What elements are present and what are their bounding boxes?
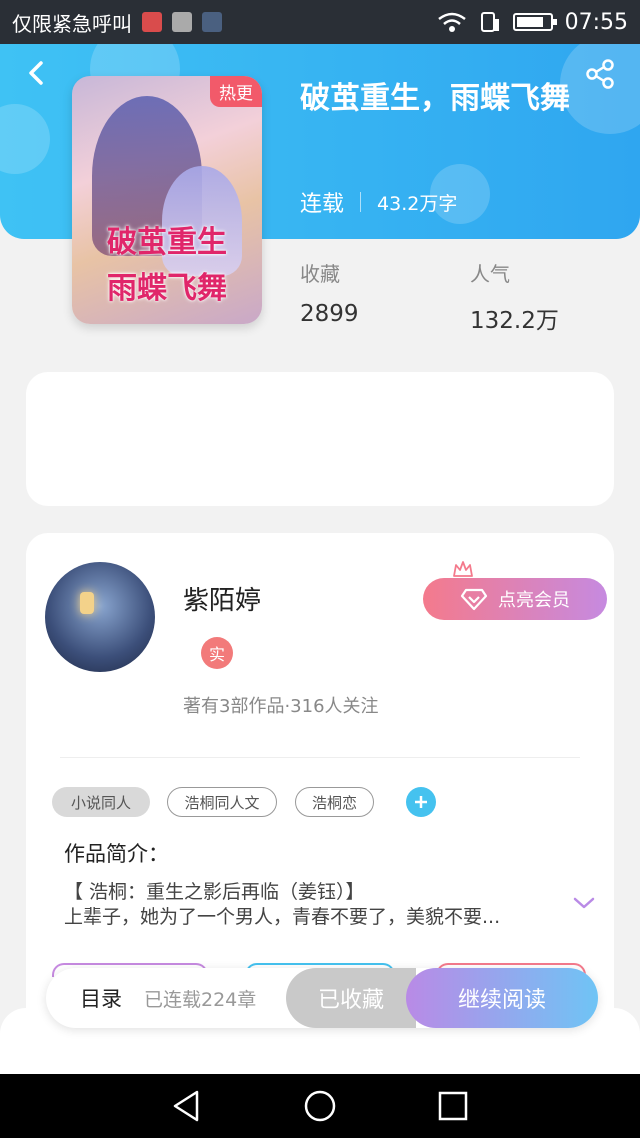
add-tag-button[interactable] (406, 787, 436, 817)
cover-title-line2: 雨蝶飞舞 (107, 271, 227, 306)
vip-label: 点亮会员 (498, 590, 570, 611)
verified-badge: 实 (201, 637, 233, 669)
book-title: 破茧重生，雨蝶飞舞 (300, 81, 570, 116)
hms-icon (142, 12, 162, 32)
sim-icon (480, 12, 499, 32)
nav-recents-icon[interactable] (435, 1088, 471, 1124)
intro-line: 上辈子，她为了一个男人，青春不要了，美貌不要... (64, 906, 501, 928)
author-avatar[interactable] (45, 562, 155, 672)
stat-favorites: 收藏 2899 (300, 258, 359, 327)
book-cover[interactable]: 破茧重生 雨蝶飞舞 热更 (72, 76, 262, 324)
activate-vip-button[interactable]: 点亮会员 (423, 578, 607, 620)
carrier-text: 仅限紧急呼叫 (12, 11, 132, 36)
favorited-button[interactable]: 已收藏 (286, 968, 416, 1028)
intro-label: 作品简介： (64, 842, 169, 866)
blank-card (26, 372, 614, 506)
battery-icon (512, 13, 557, 31)
tag-2[interactable]: 浩桐恋 (295, 787, 374, 817)
status-divider (360, 192, 362, 212)
plus-icon (415, 796, 427, 808)
tag-1[interactable]: 浩桐同人文 (167, 787, 277, 817)
hot-badge: 热更 (210, 76, 262, 107)
stat-popularity: 人气 132.2万 (470, 258, 559, 335)
nav-back-icon[interactable] (169, 1088, 205, 1124)
chevron-down-icon[interactable] (573, 896, 595, 910)
app-icon (202, 12, 222, 32)
tag-0[interactable]: 小说同人 (52, 787, 150, 817)
status-bar: 仅限紧急呼叫 07:55 (0, 0, 640, 44)
continue-reading-button[interactable]: 继续阅读 (406, 968, 598, 1028)
nav-home-icon[interactable] (302, 1088, 338, 1124)
stat-label: 人气 (470, 262, 510, 286)
diamond-icon (460, 588, 488, 611)
book-status-row: 连载 43.2万字 (300, 186, 457, 218)
clock: 07:55 (564, 9, 628, 35)
intro-text: 【 浩桐：重生之影后再临（姜钰）】 上辈子，她为了一个男人，青春不要了，美貌不要… (64, 880, 554, 930)
back-icon[interactable] (22, 58, 52, 88)
author-name[interactable]: 紫陌婷 (183, 580, 261, 617)
intro-line: 【 浩桐：重生之影后再临（姜钰）】 (64, 881, 365, 903)
cover-title: 破茧重生 雨蝶飞舞 (72, 220, 262, 312)
divider (60, 757, 580, 758)
word-count: 43.2万字 (377, 192, 458, 215)
stat-label: 收藏 (300, 262, 340, 286)
author-meta: 著有3部作品·316人关注 (183, 696, 379, 717)
chapter-count: 已连载224章 (144, 988, 257, 1011)
stat-value: 2899 (300, 301, 359, 327)
gallery-icon (172, 12, 192, 32)
toc-button[interactable]: 目录 (80, 983, 122, 1013)
stat-value: 132.2万 (470, 308, 559, 334)
system-nav-bar (0, 1074, 640, 1138)
bottom-action-bar: 目录 已连载224章 已收藏 继续阅读 (46, 968, 598, 1028)
crown-icon (453, 561, 473, 577)
cover-title-line1: 破茧重生 (107, 225, 227, 260)
wifi-icon (437, 12, 466, 32)
serial-status: 连载 (300, 192, 345, 217)
